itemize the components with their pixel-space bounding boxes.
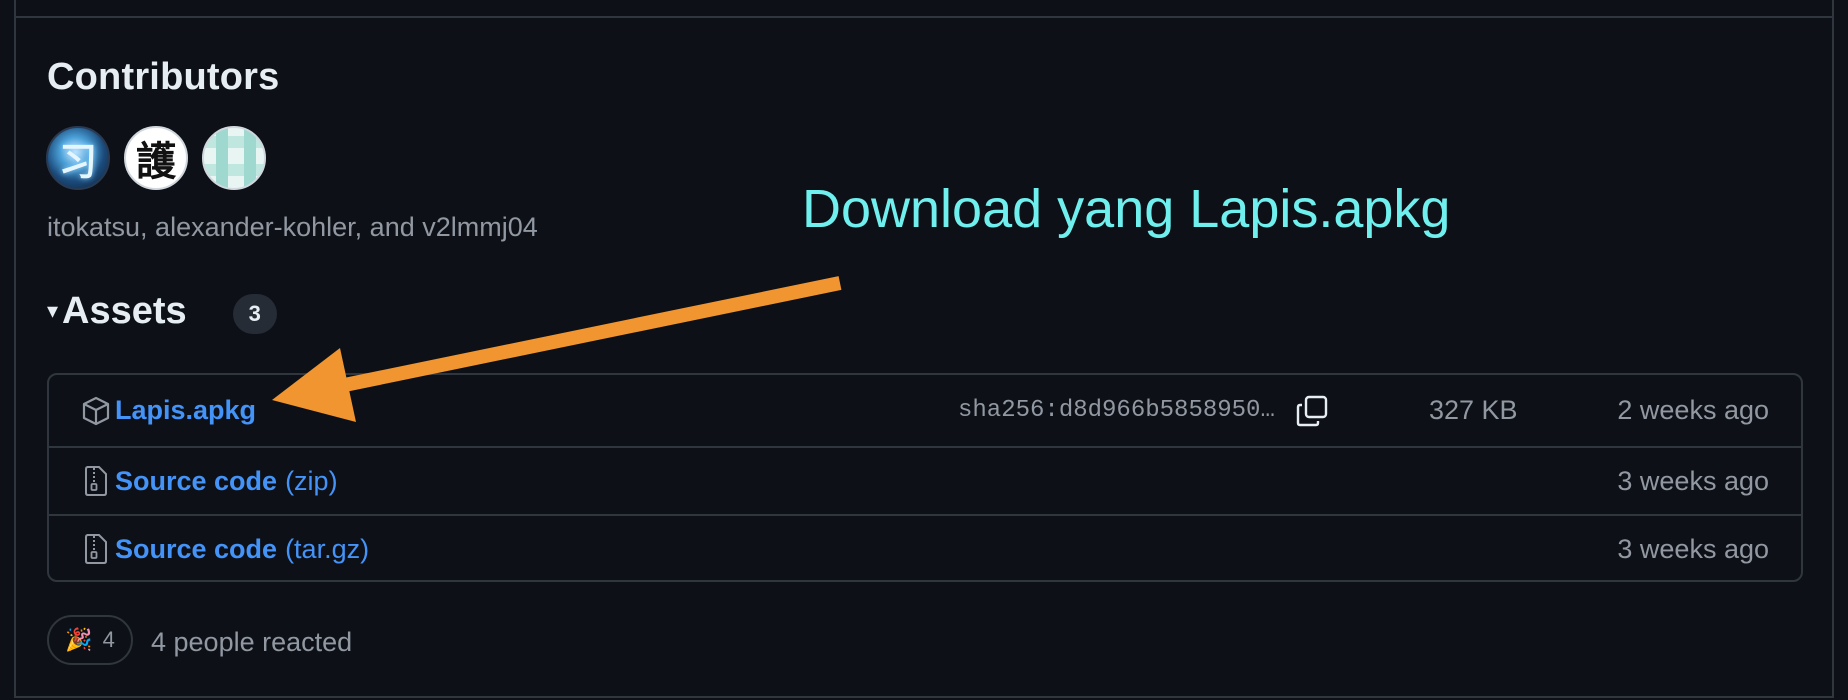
annotation-arrow (272, 276, 842, 422)
release-page: Contributors 习 護 itokatsu, alexander-koh… (0, 0, 1848, 700)
